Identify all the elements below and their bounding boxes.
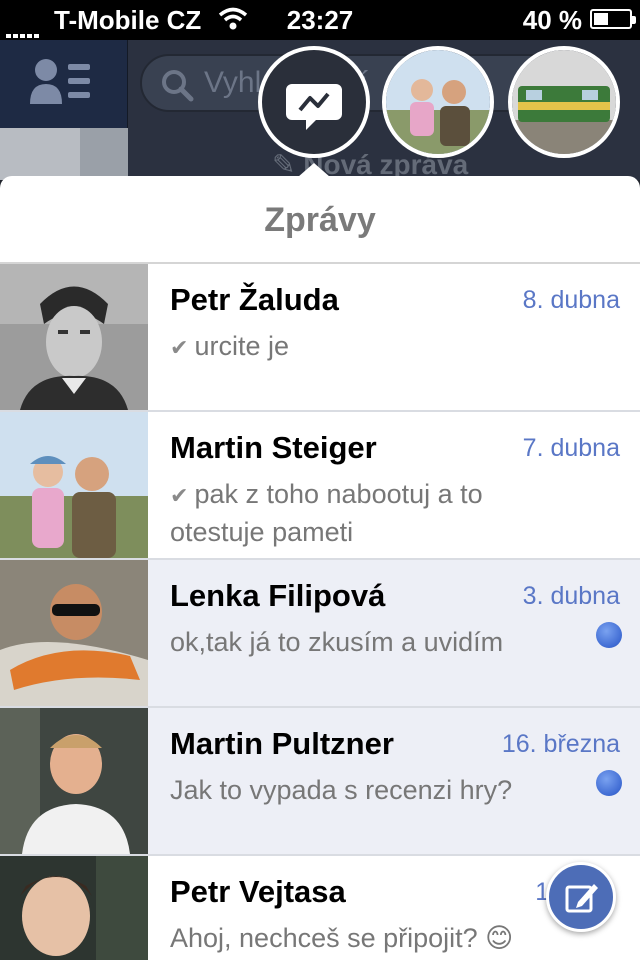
sent-check-icon: ✔ — [170, 335, 189, 360]
message-snippet: ✔ urcite je — [170, 328, 570, 366]
compose-icon — [565, 884, 598, 913]
unread-indicator-icon — [596, 622, 622, 648]
status-bar: T-Mobile CZ 23:27 40 % — [0, 0, 640, 40]
friends-list-icon — [30, 59, 90, 104]
snippet-text: urcite je — [194, 331, 289, 361]
sheet-pointer — [298, 163, 330, 177]
avatar — [0, 856, 148, 960]
avatar — [0, 264, 148, 410]
battery-percent: 40 % — [522, 5, 582, 35]
friends-button[interactable] — [0, 40, 128, 128]
messages-panel: Zprávy Petr Žaluda 8. dubna ✔urcite je — [0, 176, 640, 960]
compose-button[interactable] — [546, 862, 616, 932]
messenger-chathead[interactable] — [258, 46, 370, 158]
messenger-icon — [286, 84, 342, 130]
contact-name: Martin Pultzner — [170, 726, 394, 761]
battery-icon — [590, 9, 636, 29]
contact-name: Petr Žaluda — [170, 282, 339, 317]
message-date: 8. dubna — [522, 286, 620, 314]
snippet-text: pak z toho nabootuj a to otestuje pameti — [170, 479, 483, 547]
chathead-avatar-train[interactable] — [508, 46, 620, 158]
message-snippet: ok,tak já to zkusím a uvidím — [170, 627, 504, 657]
contact-name: Martin Steiger — [170, 430, 377, 465]
train-photo — [512, 50, 616, 154]
contact-name: Lenka Filipová — [170, 578, 386, 613]
conversation-row[interactable]: Martin Pultzner 16. března Jak to vypada… — [0, 708, 640, 856]
avatar — [0, 560, 148, 706]
conversation-row[interactable]: Petr Vejtasa 14. Ahoj, nechceš se připoj… — [0, 856, 640, 960]
search-icon — [162, 70, 194, 102]
background-sidebar-fragment — [0, 128, 128, 180]
conversation-row[interactable]: Petr Žaluda 8. dubna ✔ urcite je — [0, 264, 640, 412]
contact-name: Petr Vejtasa — [170, 874, 346, 909]
message-snippet: Jak to vypada s recenzi hry? — [170, 775, 513, 805]
conversation-row[interactable]: Lenka Filipová 3. dubna ok,tak já to zku… — [0, 560, 640, 708]
conversation-row[interactable]: Martin Steiger 7. dubna ✔ pak z toho nabo… — [0, 412, 640, 560]
sent-check-icon: ✔ — [170, 483, 189, 508]
avatar — [0, 708, 148, 854]
unread-indicator-icon — [596, 770, 622, 796]
message-date: 16. března — [501, 730, 620, 758]
avatar-photo — [386, 50, 490, 154]
page-title: Zprávy — [0, 176, 640, 264]
avatar — [0, 412, 148, 558]
chathead-avatar-martin[interactable] — [382, 46, 494, 158]
message-date: 7. dubna — [522, 434, 620, 462]
message-date: 3. dubna — [522, 582, 620, 610]
message-snippet: Ahoj, nechceš se připojit? 😊 — [170, 923, 514, 953]
message-snippet: ✔ pak z toho nabootuj a to otestuje pamet… — [170, 476, 570, 550]
